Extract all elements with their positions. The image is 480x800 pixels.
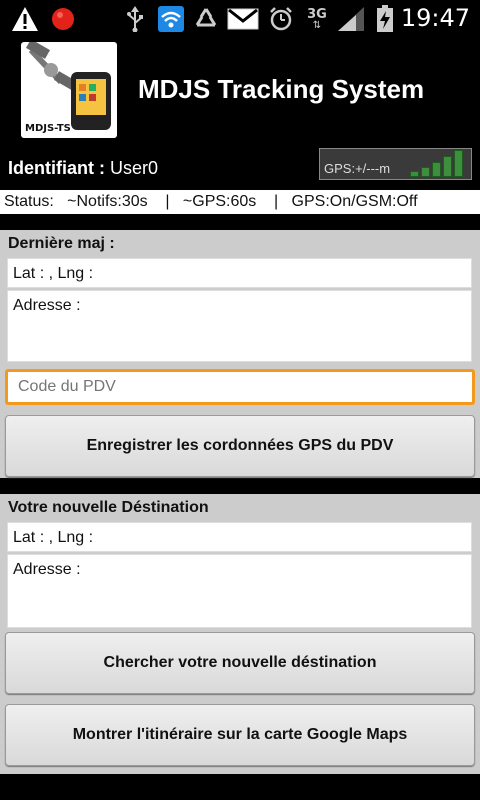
signal-bar <box>443 156 452 177</box>
destination-latlng: Lat : , Lng : <box>7 522 472 552</box>
search-destination-button[interactable]: Chercher votre nouvelle déstination <box>5 632 475 694</box>
3g-icon: 3G ⇅ <box>307 6 327 31</box>
network-type-label: 3G <box>307 6 327 22</box>
status-strip: Status: ~Notifs:30s | ~GPS:60s | GPS:On/… <box>0 190 480 214</box>
signal-bar <box>421 167 430 177</box>
app-header: MDJS-TS MDJS Tracking System <box>0 38 480 148</box>
recycle-icon <box>192 6 220 32</box>
logo-text: MDJS-TS <box>25 123 71 134</box>
alarm-icon <box>268 6 294 32</box>
identifier-label: Identifiant : <box>8 158 105 178</box>
signal-icon <box>336 6 366 32</box>
gps-accuracy-text: GPS:+/---m <box>324 161 391 176</box>
pdv-code-input[interactable] <box>5 369 475 405</box>
usb-icon <box>124 6 146 32</box>
signal-bar <box>432 162 441 177</box>
destination-address: Adresse : <box>7 554 472 628</box>
gmail-icon <box>226 6 260 32</box>
identifier: Identifiant : User0 <box>8 158 158 179</box>
app-logo: MDJS-TS <box>21 42 117 138</box>
signal-bar <box>454 150 463 177</box>
last-update-latlng: Lat : , Lng : <box>7 258 472 288</box>
save-pdv-gps-button[interactable]: Enregistrer les cordonnées GPS du PDV <box>5 415 475 477</box>
signal-bar <box>410 171 419 177</box>
status-bar: 3G ⇅ 19:47 <box>0 0 480 38</box>
warning-icon <box>10 6 40 32</box>
app-title: MDJS Tracking System <box>138 74 425 104</box>
battery-charging-icon <box>374 5 396 32</box>
identifier-value: User0 <box>110 158 159 178</box>
gps-indicator: GPS:+/---m <box>319 148 472 180</box>
wifi-icon <box>158 6 184 32</box>
last-update-title: Dernière maj : <box>8 235 115 252</box>
user-row: Identifiant : User0 GPS:+/---m <box>0 148 480 188</box>
last-update-panel: Dernière maj : Lat : , Lng : Adresse : E… <box>0 230 480 478</box>
destination-title: Votre nouvelle Déstination <box>8 499 209 516</box>
destination-panel: Votre nouvelle Déstination Lat : , Lng :… <box>0 494 480 774</box>
clock: 19:47 <box>400 4 470 32</box>
show-route-map-button[interactable]: Montrer l'itinéraire sur la carte Google… <box>5 704 475 766</box>
record-icon <box>50 6 76 32</box>
last-update-address: Adresse : <box>7 290 472 362</box>
